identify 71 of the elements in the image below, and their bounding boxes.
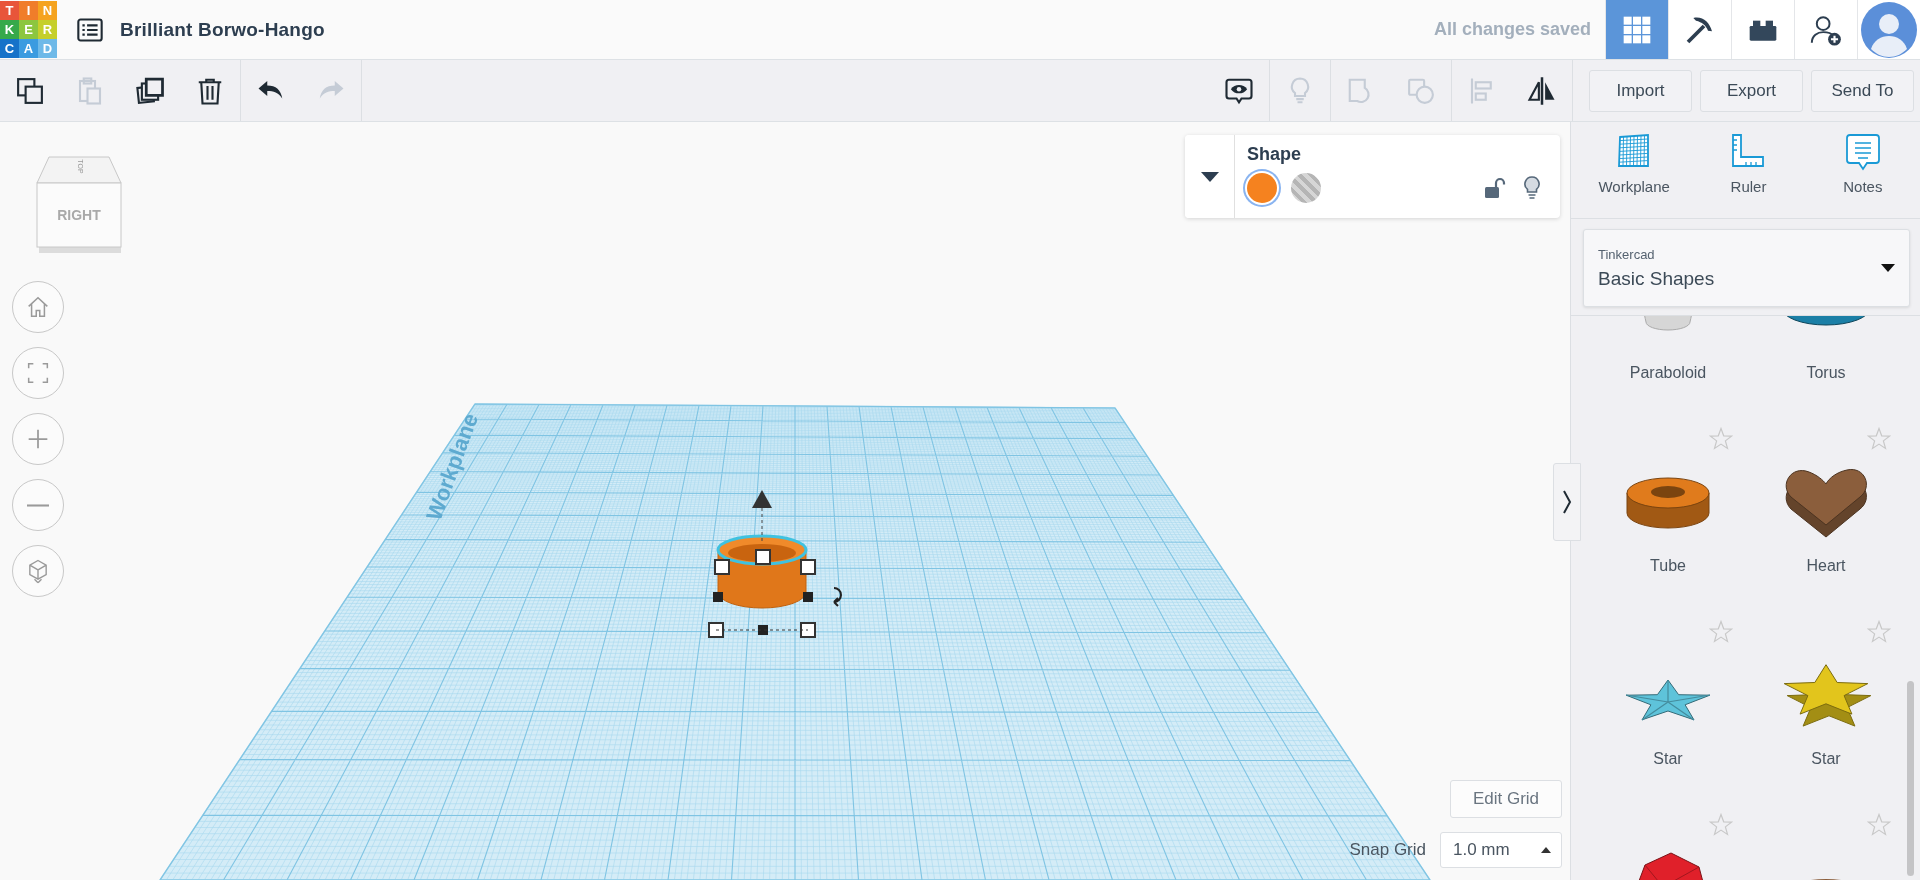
project-title[interactable]: Brilliant Borwo-Hango — [120, 18, 325, 41]
projection-button[interactable] — [12, 545, 64, 597]
shape-library-dropdown[interactable]: Tinkercad Basic Shapes — [1583, 229, 1910, 307]
favorite-star-icon[interactable] — [1867, 620, 1891, 644]
resize-handle[interactable] — [803, 592, 813, 602]
guide-line — [761, 507, 763, 543]
resize-handle[interactable] — [714, 559, 730, 575]
shape-label: Tube — [1650, 557, 1686, 575]
resize-handle[interactable] — [713, 592, 723, 602]
favorite-star-icon[interactable] — [1709, 620, 1733, 644]
snap-grid-value: 1.0 mm — [1453, 840, 1511, 860]
favorite-star-icon[interactable] — [1867, 427, 1891, 451]
resize-handle[interactable] — [758, 625, 768, 635]
library-provider-label: Tinkercad — [1598, 246, 1656, 262]
solid-color-swatch[interactable] — [1247, 173, 1277, 203]
resize-handle[interactable] — [755, 549, 771, 565]
invite-user-button[interactable] — [1794, 0, 1857, 59]
list-icon[interactable] — [76, 15, 104, 44]
mirror-icon — [1527, 75, 1557, 106]
minus-icon — [27, 503, 49, 507]
collapse-inspector-button[interactable] — [1185, 135, 1235, 218]
snap-grid-label: Snap Grid — [1349, 840, 1426, 860]
favorite-star-icon[interactable] — [1867, 813, 1891, 837]
shape-label: Heart — [1806, 557, 1846, 575]
caret-up-icon — [1541, 847, 1551, 853]
caret-down-icon — [1200, 171, 1219, 182]
logo-tile: A — [19, 39, 38, 58]
library-category: Basic Shapes — [1598, 267, 1716, 290]
chevron-right-icon — [1562, 490, 1572, 514]
toolbar-button[interactable]: Import — [1589, 69, 1692, 112]
rotate-arrow-icon[interactable] — [833, 587, 842, 607]
logo-tile: N — [38, 1, 57, 20]
app-switch-button[interactable] — [1731, 0, 1794, 59]
app-switch-button[interactable] — [1668, 0, 1731, 59]
resize-handle[interactable] — [708, 622, 724, 638]
logo-tile: D — [38, 39, 57, 58]
zoom-in-button[interactable] — [12, 413, 64, 465]
height-arrow-handle[interactable] — [752, 490, 772, 508]
logo-tile: C — [0, 39, 19, 58]
logo-tile: K — [0, 20, 19, 39]
logo-tile: E — [19, 20, 38, 39]
unlocked-icon[interactable] — [1482, 176, 1506, 200]
snap-grid-dropdown[interactable]: 1.0 mm — [1440, 832, 1562, 868]
edit-grid-button[interactable]: Edit Grid — [1450, 780, 1562, 818]
ruler-tool-button[interactable]: Ruler — [1691, 122, 1806, 218]
shape-label: Star — [1653, 750, 1683, 768]
toolbar-button[interactable]: Send To — [1811, 69, 1914, 112]
scrollbar-thumb[interactable] — [1907, 681, 1914, 876]
view-cube-face-label: RIGHT — [56, 207, 102, 223]
logo-tile: T — [0, 1, 19, 20]
shape-label: Paraboloid — [1629, 364, 1707, 382]
panel-collapse-tab[interactable] — [1553, 463, 1581, 541]
save-status: All changes saved — [1433, 19, 1591, 40]
resize-handle[interactable] — [800, 559, 816, 575]
app-switch-button[interactable] — [1605, 0, 1668, 59]
notes-tool-button[interactable]: Notes — [1805, 122, 1920, 218]
duplicate-icon — [135, 75, 165, 106]
caret-down-icon — [1881, 264, 1895, 272]
logo-tile: I — [19, 1, 38, 20]
shape-label: Star — [1811, 750, 1841, 768]
favorite-star-icon[interactable] — [1709, 427, 1733, 451]
favorite-star-icon[interactable] — [1709, 813, 1733, 837]
home-view-button[interactable] — [12, 281, 64, 333]
copy-icon — [15, 75, 45, 106]
workplane-tool-button[interactable]: Workplane — [1577, 122, 1692, 218]
shape-label: Torus — [1806, 364, 1846, 382]
resize-handle[interactable] — [800, 622, 816, 638]
logo-tile: R — [38, 20, 57, 39]
toolbar-button[interactable]: Export — [1700, 69, 1803, 112]
hole-swatch[interactable] — [1291, 173, 1321, 203]
inspector-title: Shape — [1247, 144, 1303, 165]
